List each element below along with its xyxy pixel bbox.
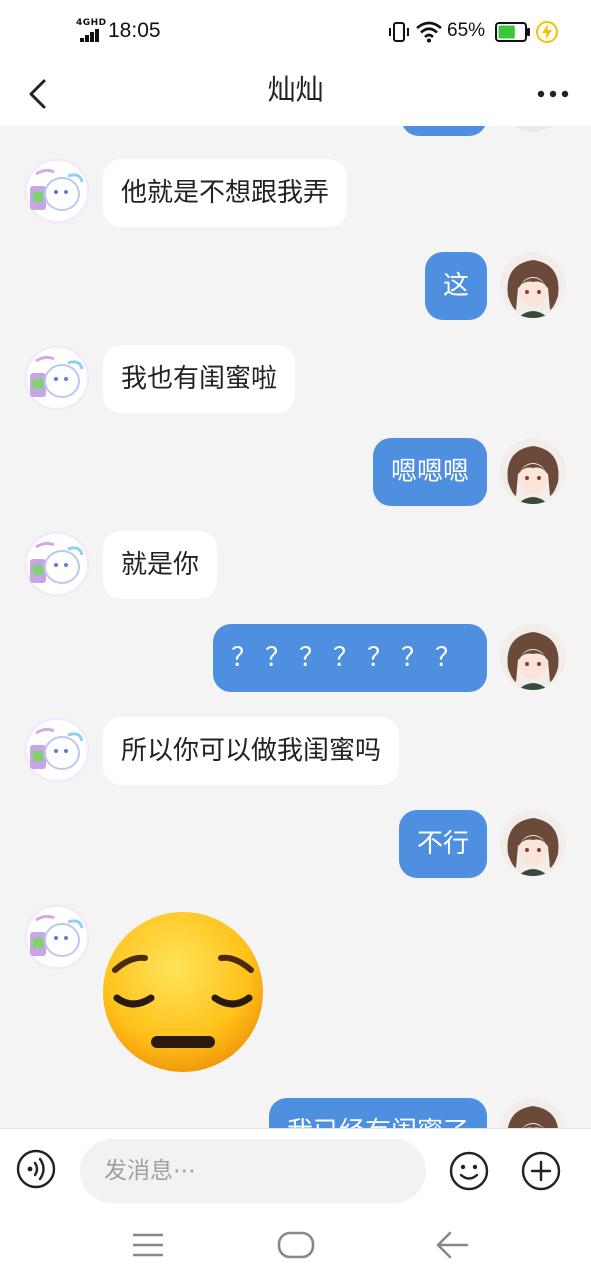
back-button[interactable] [18, 72, 58, 116]
chevron-left-icon [29, 79, 46, 109]
more-dots-icon [537, 90, 569, 98]
message-input[interactable] [80, 1139, 426, 1203]
back-arrow-icon[interactable] [434, 1228, 470, 1262]
network-type: 4GHD [76, 18, 107, 28]
avatar-contact[interactable] [24, 158, 90, 224]
message-bubble-outgoing[interactable]: ？？？？？？？ [212, 624, 487, 692]
status-time: 18:05 [108, 19, 161, 42]
status-bar: 4GHD 18:05 65% [0, 0, 591, 62]
wifi-icon [416, 21, 442, 43]
home-icon[interactable] [277, 1230, 315, 1260]
more-button[interactable] [533, 74, 573, 114]
message-bubble-partial [401, 126, 487, 136]
voice-icon[interactable] [16, 1149, 56, 1189]
avatar-self[interactable] [500, 1098, 566, 1128]
message-bubble-incoming[interactable]: 他就是不想跟我弄 [103, 159, 348, 227]
avatar-contact[interactable] [24, 717, 90, 783]
avatar-self[interactable] [500, 438, 566, 504]
plus-icon[interactable] [521, 1151, 561, 1191]
menu-icon[interactable] [131, 1232, 165, 1258]
message-bubble-incoming[interactable]: 就是你 [103, 531, 218, 599]
battery-icon [495, 22, 530, 42]
emoji-icon[interactable] [449, 1151, 489, 1191]
avatar-contact[interactable] [24, 345, 90, 411]
chat-header: 灿灿 [0, 62, 591, 126]
system-nav-bar [0, 1210, 591, 1280]
message-bubble-incoming[interactable]: 我也有闺蜜啦 [103, 345, 296, 413]
message-bubble-incoming[interactable]: 所以你可以做我闺蜜吗 [103, 717, 400, 785]
battery-percent: 65% [447, 20, 486, 41]
avatar-contact[interactable] [24, 531, 90, 597]
avatar-self[interactable] [500, 252, 566, 318]
avatar-self[interactable] [500, 810, 566, 876]
message-list[interactable]: 他就是不想跟我弄 这 我也有闺蜜啦 嗯嗯嗯 就是你 ？？？？？？？ 所以你可以做… [0, 126, 591, 1128]
message-bubble-outgoing[interactable]: 这 [424, 252, 487, 320]
avatar-contact[interactable] [24, 904, 90, 970]
charging-icon [536, 21, 558, 43]
message-input-bar [0, 1128, 591, 1210]
avatar-self[interactable] [500, 126, 566, 132]
message-bubble-outgoing[interactable]: 我已经有闺蜜了 [268, 1098, 487, 1128]
message-bubble-outgoing[interactable]: 不行 [398, 810, 487, 878]
avatar-self[interactable] [500, 624, 566, 690]
chat-screen: 4GHD 18:05 65% 灿灿 他就是不想跟我弄 这 我也有闺蜜啦 嗯嗯嗯 … [0, 0, 591, 1280]
signal-icon [80, 28, 102, 42]
pensive-face-emoji[interactable] [103, 912, 263, 1072]
chat-title: 灿灿 [267, 73, 324, 106]
vibrate-icon [389, 22, 409, 42]
message-bubble-outgoing[interactable]: 嗯嗯嗯 [372, 438, 487, 506]
